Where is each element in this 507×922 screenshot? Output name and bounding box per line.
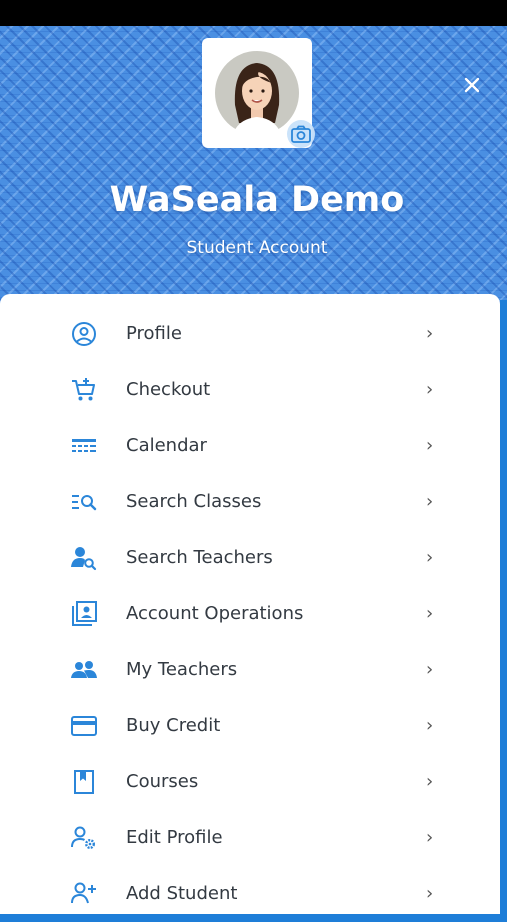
menu-item-label: Profile [126, 323, 182, 344]
chevron-right-icon: › [426, 883, 434, 904]
credit-card-icon [71, 716, 97, 736]
menu-item-account-operations[interactable]: Account Operations › [0, 586, 500, 642]
menu-item-label: Courses [126, 771, 199, 792]
chevron-right-icon: › [426, 827, 434, 848]
menu-item-buy-credit[interactable]: Buy Credit › [0, 698, 500, 754]
chevron-right-icon: › [426, 771, 434, 792]
menu-item-courses[interactable]: Courses › [0, 754, 500, 810]
chevron-right-icon: › [426, 659, 434, 680]
bookmark-book-icon [74, 770, 94, 794]
account-box-icon [72, 601, 97, 626]
menu-item-checkout[interactable]: Checkout › [0, 362, 500, 418]
chevron-right-icon: › [426, 379, 434, 400]
menu-item-label: My Teachers [126, 659, 238, 680]
menu-item-label: Add Student [126, 883, 238, 904]
menu-item-label: Search Teachers [126, 547, 273, 568]
menu-item-edit-profile[interactable]: Edit Profile › [0, 810, 500, 866]
cart-icon [72, 378, 95, 401]
menu-item-label: Edit Profile [126, 827, 223, 848]
chevron-right-icon: › [426, 323, 434, 344]
account-type: Student Account [186, 238, 328, 258]
avatar-image [215, 51, 299, 141]
chevron-right-icon: › [426, 491, 434, 512]
user-circle-icon [72, 322, 96, 346]
menu-item-my-teachers[interactable]: My Teachers › [0, 642, 500, 698]
menu-item-calendar[interactable]: Calendar › [0, 418, 500, 474]
menu-item-label: Checkout [126, 379, 211, 400]
menu-item-label: Calendar [126, 435, 207, 456]
close-icon[interactable] [461, 74, 483, 96]
menu-panel: Profile › Checkout › Calendar › Search C… [0, 294, 500, 914]
chevron-right-icon: › [426, 603, 434, 624]
search-list-icon [72, 495, 97, 511]
menu-item-search-classes[interactable]: Search Classes › [0, 474, 500, 530]
user-plus-icon [71, 882, 96, 904]
user-search-icon [71, 547, 97, 571]
menu-item-label: Search Classes [126, 491, 262, 512]
user-name: WaSeala Demo [109, 180, 405, 220]
scrollbar[interactable] [500, 300, 507, 700]
menu-item-profile[interactable]: Profile › [0, 306, 500, 362]
menu-item-search-teachers[interactable]: Search Teachers › [0, 530, 500, 586]
menu-item-label: Buy Credit [126, 715, 221, 736]
status-bar [0, 0, 507, 26]
chevron-right-icon: › [426, 435, 434, 456]
menu-item-add-student[interactable]: Add Student › [0, 866, 500, 922]
user-gear-icon [71, 826, 96, 849]
menu-item-label: Account Operations [126, 603, 304, 624]
calendar-icon [72, 439, 96, 452]
chevron-right-icon: › [426, 547, 434, 568]
chevron-right-icon: › [426, 715, 434, 736]
camera-icon[interactable] [287, 120, 315, 148]
users-icon [71, 661, 97, 678]
